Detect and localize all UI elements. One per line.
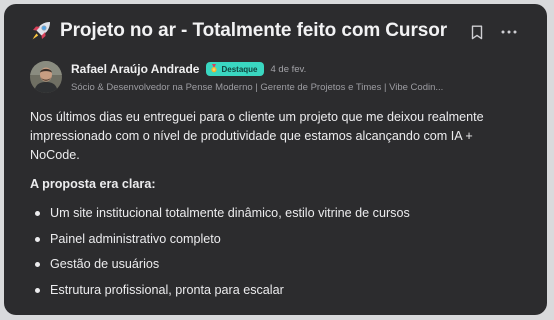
bullet-icon bbox=[35, 236, 40, 242]
list-item-text: Gestão de usuários bbox=[50, 257, 160, 271]
post-card: Projeto no ar - Totalmente feito com Cur… bbox=[4, 4, 547, 315]
medal-icon bbox=[210, 63, 218, 75]
avatar[interactable] bbox=[30, 61, 62, 93]
author-meta: Rafael Araújo Andrade Destaque 4 de fev.… bbox=[71, 60, 443, 93]
proposal-heading: A proposta era clara: bbox=[30, 177, 156, 191]
bullet-icon bbox=[35, 287, 40, 293]
list-item-text: Estrutura profissional, pronta para esca… bbox=[50, 282, 284, 297]
list-item: Estrutura profissional, pronta para esca… bbox=[30, 281, 520, 300]
list-item-text: Painel administrativo completo bbox=[50, 231, 221, 246]
post-title: Projeto no ar - Totalmente feito com Cur… bbox=[60, 20, 448, 41]
post-header: Projeto no ar - Totalmente feito com Cur… bbox=[30, 20, 526, 46]
post-body: Nos últimos dias eu entreguei para o cli… bbox=[30, 108, 520, 306]
badge-label: Destaque bbox=[221, 64, 258, 74]
bullet-icon bbox=[35, 211, 40, 216]
author-headline: Sócio & Desenvolvedor na Pense Moderno |… bbox=[71, 82, 444, 93]
bookmark-icon[interactable] bbox=[468, 23, 486, 41]
bullet-icon bbox=[35, 262, 40, 267]
post-intro: Nos últimos dias eu entreguei para o cli… bbox=[30, 110, 484, 162]
list-item: Um site institucional totalmente dinâmic… bbox=[30, 204, 520, 223]
featured-badge: Destaque bbox=[206, 62, 264, 76]
post-date: 4 de fev. bbox=[270, 63, 307, 75]
header-actions bbox=[468, 23, 518, 41]
title-row: Projeto no ar - Totalmente feito com Cur… bbox=[30, 20, 447, 42]
list-item: Painel administrativo completo bbox=[30, 230, 520, 249]
author-row: Rafael Araújo Andrade Destaque 4 de fev.… bbox=[30, 60, 443, 93]
author-line: Rafael Araújo Andrade Destaque 4 de fev. bbox=[71, 60, 443, 78]
list-item: Gestão de usuários bbox=[30, 255, 520, 274]
list-item-text: Um site institucional totalmente dinâmic… bbox=[50, 206, 410, 220]
author-name[interactable]: Rafael Araújo Andrade bbox=[71, 62, 199, 76]
rocket-icon bbox=[30, 20, 52, 42]
feature-list: Um site institucional totalmente dinâmic… bbox=[30, 204, 520, 300]
more-options-icon[interactable] bbox=[500, 23, 518, 41]
